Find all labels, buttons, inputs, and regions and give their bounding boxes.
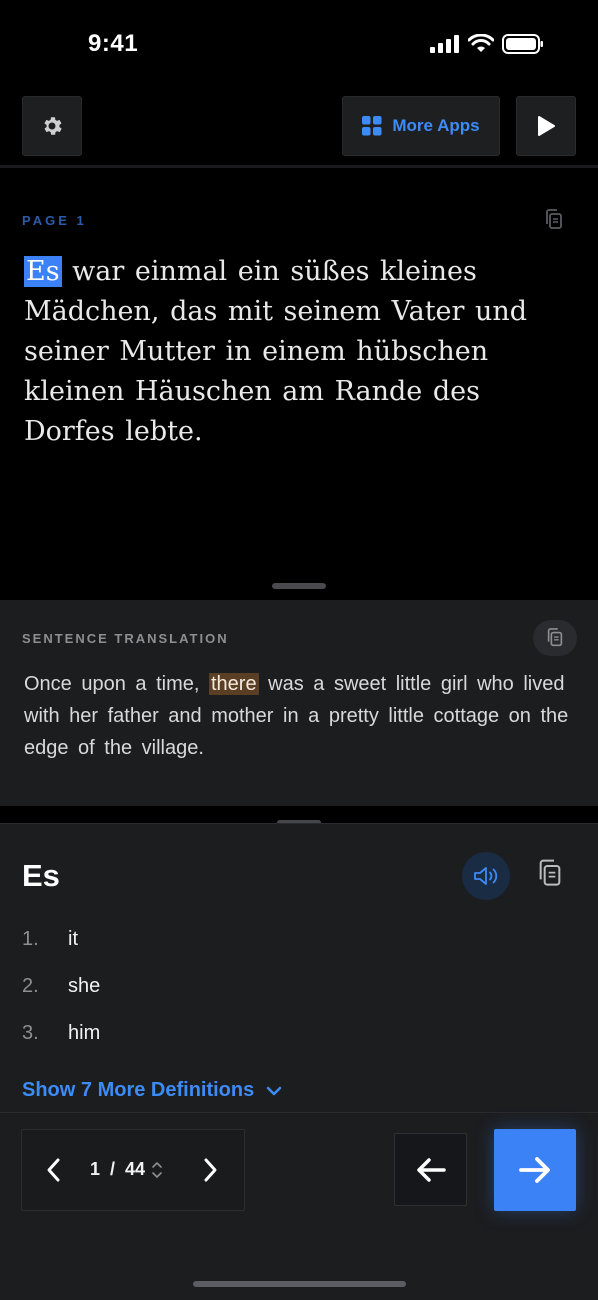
more-apps-button[interactable]: More Apps (342, 96, 500, 156)
show-more-label: Show 7 More Definitions (22, 1079, 255, 1101)
definition-item: 1. it (22, 928, 522, 975)
definition-item: 2. she (22, 975, 522, 1022)
play-icon (538, 116, 555, 136)
back-button[interactable] (394, 1133, 467, 1206)
status-bar: 9:41 (0, 0, 598, 90)
arrow-right-icon (519, 1157, 550, 1183)
copy-translation-button[interactable] (533, 620, 577, 656)
settings-button[interactable] (22, 96, 82, 156)
translation-label: SENTENCE TRANSLATION (22, 631, 229, 646)
chevron-left-icon (47, 1158, 60, 1182)
translation-text-before: Once upon a time, (24, 673, 209, 695)
battery-icon (502, 34, 543, 54)
cellular-signal-icon (430, 35, 459, 53)
dictionary-word: Es (22, 858, 60, 893)
translation-highlight: there (208, 673, 259, 695)
page-text-rest: war einmal ein süßes kleines Mädchen, da… (24, 256, 528, 447)
chevron-down-icon (267, 1086, 282, 1095)
current-page: 1 (90, 1159, 101, 1179)
definition-text: it (68, 928, 78, 950)
bottom-nav-divider (0, 1112, 598, 1113)
definition-item: 3. him (22, 1022, 522, 1069)
show-more-definitions-button[interactable]: Show 7 More Definitions (22, 1079, 282, 1102)
next-page-button[interactable] (200, 1156, 220, 1189)
previous-page-button[interactable] (44, 1156, 64, 1189)
home-indicator (193, 1281, 406, 1287)
page-separator: / (110, 1159, 116, 1179)
more-apps-label: More Apps (392, 116, 480, 135)
arrow-left-icon (416, 1157, 446, 1182)
wifi-icon (468, 34, 494, 52)
chevron-right-icon (204, 1158, 217, 1182)
speaker-icon (474, 867, 498, 885)
page-selector: 1 / 44 (21, 1129, 245, 1211)
toolbar-divider (0, 165, 598, 168)
selected-word[interactable]: Es (24, 256, 62, 287)
status-icons (430, 34, 544, 54)
top-toolbar: More Apps (0, 96, 598, 156)
gear-icon (44, 117, 62, 135)
translation-text: Once upon a time, there was a sweet litt… (24, 668, 574, 764)
definition-number: 1. (22, 928, 39, 950)
dictionary-panel: Es 1. it 2. she 3. him Show 7 More Defin… (0, 823, 598, 1300)
copy-icon (546, 209, 562, 229)
total-pages: 44 (125, 1159, 146, 1179)
definition-number: 3. (22, 1022, 39, 1044)
panel-grabber-handle[interactable] (272, 583, 326, 589)
page-count[interactable]: 1 / 44 (90, 1159, 163, 1180)
page-text: Es war einmal ein süßes kleines Mädchen,… (24, 252, 564, 452)
page-label: PAGE 1 (22, 213, 87, 228)
forward-button[interactable] (494, 1129, 576, 1211)
grid-icon (362, 116, 382, 136)
definition-text: she (68, 975, 101, 997)
pronounce-button[interactable] (462, 852, 510, 900)
copy-word-button[interactable] (535, 858, 565, 895)
definition-list: 1. it 2. she 3. him (22, 928, 522, 1069)
status-time: 9:41 (88, 30, 139, 57)
up-down-chevron-icon (152, 1161, 162, 1178)
definition-number: 2. (22, 975, 39, 997)
definition-text: him (68, 1022, 101, 1044)
translation-panel: SENTENCE TRANSLATION Once upon a time, t… (0, 600, 598, 806)
copy-page-button[interactable] (543, 208, 565, 237)
copy-icon (547, 628, 563, 647)
play-button[interactable] (516, 96, 576, 156)
copy-icon (539, 859, 561, 886)
